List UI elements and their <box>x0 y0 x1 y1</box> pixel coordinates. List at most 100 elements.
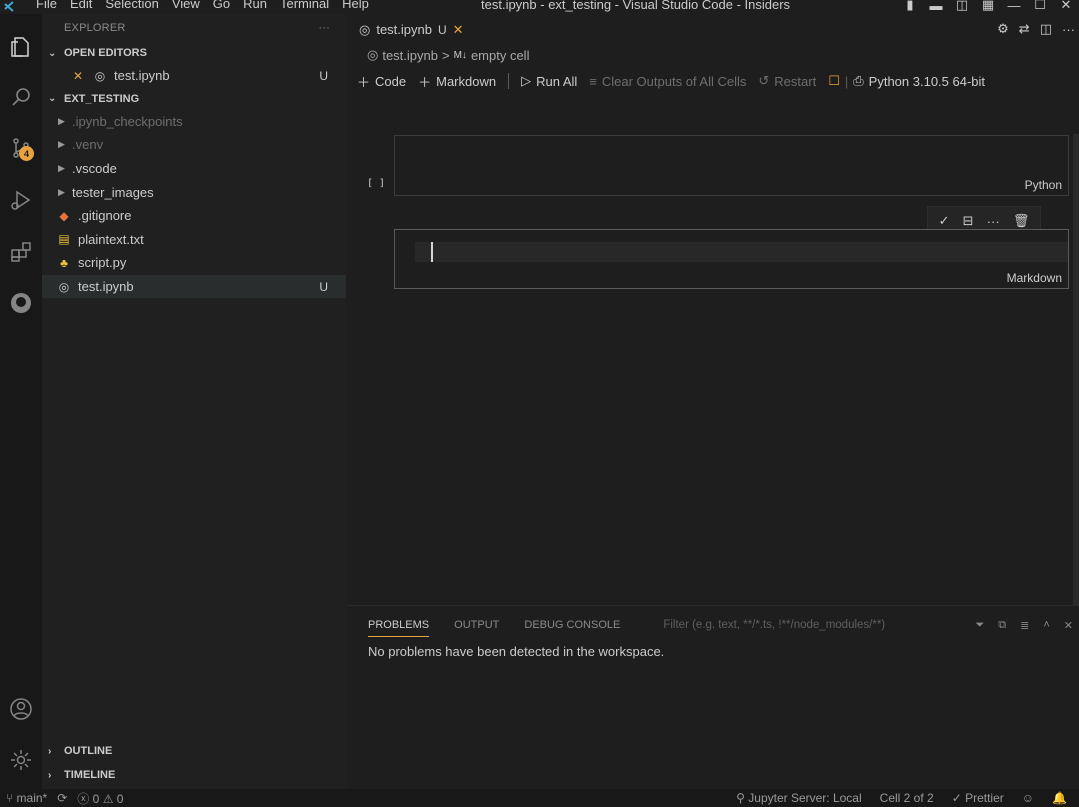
explorer-icon[interactable] <box>0 26 42 68</box>
notebook-icon: ◎ <box>94 68 106 83</box>
menu-run[interactable]: Run <box>243 0 276 11</box>
tree-item-ipynb-checkpoints[interactable]: ▶ .ipynb_checkpoints <box>42 110 346 134</box>
window-title: test.ipynb - ext_testing - Visual Studio… <box>481 0 791 12</box>
tree-item-plaintext[interactable]: ▤ plaintext.txt <box>42 228 346 252</box>
menu-edit[interactable]: Edit <box>70 0 101 11</box>
notifications-bell-icon[interactable]: 🔔 <box>1052 791 1067 805</box>
cell-language-label[interactable]: Python <box>1025 178 1062 192</box>
close-editor-icon[interactable]: ✕ <box>70 68 86 84</box>
compare-changes-icon[interactable]: ⇄ <box>1019 21 1030 37</box>
feedback-icon[interactable]: ☺ <box>1022 791 1034 805</box>
breadcrumb-cell[interactable]: empty cell <box>471 48 530 63</box>
timeline-label: TIMELINE <box>64 769 116 781</box>
chevron-right-icon: ▶ <box>58 186 65 197</box>
scm-badge: 4 <box>19 146 34 161</box>
breadcrumb-file[interactable]: test.ipynb <box>382 48 438 63</box>
run-debug-icon[interactable] <box>0 179 42 221</box>
problems-filter-input[interactable]: Filter (e.g. text, **/*.ts, !**/node_mod… <box>663 619 885 631</box>
more-cell-actions-icon[interactable]: ··· <box>987 214 1000 229</box>
vscode-logo-icon <box>0 0 20 14</box>
code-cell[interactable]: Python <box>394 135 1069 196</box>
problems-status[interactable]: ⓧ 0 ⚠ 0 <box>77 790 123 807</box>
menu-terminal[interactable]: Terminal <box>280 0 338 11</box>
split-editor-icon[interactable]: ◫ <box>1040 21 1052 37</box>
open-editor-status: U <box>319 68 328 83</box>
open-editor-item[interactable]: ✕ ◎ test.ipynb U <box>42 64 346 88</box>
activity-bar: 4 <box>0 14 42 789</box>
collapse-all-icon[interactable]: ⧉ <box>998 619 1006 632</box>
chevron-right-icon: › <box>48 769 52 781</box>
view-as-list-icon[interactable]: ≣ <box>1020 619 1029 632</box>
markdown-cell[interactable]: Markdown <box>394 229 1069 289</box>
add-markdown-cell-button[interactable]: ＋ Markdown <box>418 72 496 91</box>
title-bar: File Edit Selection View Go Run Terminal… <box>0 0 1079 14</box>
python-file-icon: ♣ <box>60 255 68 270</box>
editor-scrollbar[interactable] <box>1073 134 1079 614</box>
extensions-icon[interactable] <box>0 231 42 273</box>
prettier-status[interactable]: ✓ Prettier <box>952 791 1004 805</box>
tree-item-tester-images[interactable]: ▶ tester_images <box>42 180 346 204</box>
tree-item-vscode[interactable]: ▶ .vscode <box>42 157 346 181</box>
outline-label: OUTLINE <box>64 745 113 757</box>
menu-help[interactable]: Help <box>342 0 378 11</box>
trash-icon[interactable]: 🗑 <box>1013 213 1030 229</box>
jupyter-server-status[interactable]: ⚲ Jupyter Server: Local <box>736 791 862 805</box>
menu-selection[interactable]: Selection <box>105 0 167 11</box>
close-panel-icon[interactable]: ✕ <box>1064 619 1073 632</box>
toggle-sidebar-icon[interactable]: ▮ <box>897 0 923 13</box>
notebook-toolbar: ＋ Code ＋ Markdown ▷ Run All ≡ Clear Outp… <box>347 66 1079 96</box>
toggle-secondary-sidebar-icon[interactable]: ◫ <box>949 0 975 13</box>
settings-gear-icon[interactable]: ⚙ <box>997 21 1009 37</box>
maximize-panel-icon[interactable]: ˄ <box>1043 619 1049 631</box>
chevron-down-icon: ⌄ <box>48 93 57 105</box>
maximize-icon[interactable]: ☐ <box>1027 0 1053 13</box>
menu-view[interactable]: View <box>172 0 209 11</box>
filter-icon[interactable]: ⏷ <box>975 619 984 632</box>
tree-item-status: U <box>319 279 328 294</box>
kernel-picker[interactable]: ☐ | ⎙ Python 3.10.5 64-bit <box>828 73 985 89</box>
minimize-icon[interactable]: — <box>1001 0 1027 13</box>
check-icon[interactable]: ✓ <box>939 213 950 229</box>
accounts-icon[interactable] <box>0 688 42 730</box>
chevron-right-icon: › <box>48 745 52 757</box>
open-editors-section[interactable]: ⌄ OPEN EDITORS <box>42 42 346 64</box>
bottom-panel: PROBLEMS OUTPUT DEBUG CONSOLE Filter (e.… <box>347 605 1079 789</box>
variables-icon[interactable]: ☐ <box>828 73 840 89</box>
explorer-more-icon[interactable]: ··· <box>318 22 330 34</box>
tab-output[interactable]: OUTPUT <box>454 619 499 631</box>
tree-item-gitignore[interactable]: ◆ .gitignore <box>42 204 346 228</box>
tree-item-label: script.py <box>78 255 127 271</box>
tree-item-venv[interactable]: ▶ .venv <box>42 133 346 157</box>
add-code-cell-button[interactable]: ＋ Code <box>357 72 406 91</box>
tab-test-ipynb[interactable]: ◎ test.ipynb U ✕ <box>347 14 472 44</box>
close-tab-icon[interactable]: ✕ <box>453 22 464 38</box>
outline-section[interactable]: › OUTLINE <box>42 740 346 762</box>
sync-icon[interactable]: ⟳ <box>57 791 67 805</box>
notebook-icon: ◎ <box>58 279 70 294</box>
clear-outputs-button[interactable]: ≡ Clear Outputs of All Cells <box>589 74 746 89</box>
manage-gear-icon[interactable] <box>0 739 42 781</box>
branch-status[interactable]: ⑂ main* <box>6 791 47 805</box>
tree-item-label: .gitignore <box>78 208 132 224</box>
menu-file[interactable]: File <box>36 0 66 11</box>
timeline-section[interactable]: › TIMELINE <box>42 764 346 786</box>
more-actions-icon[interactable]: ··· <box>1062 22 1075 37</box>
tree-item-test-ipynb[interactable]: ◎ test.ipynb U <box>42 274 346 299</box>
tab-problems[interactable]: PROBLEMS <box>368 619 430 637</box>
menu-go[interactable]: Go <box>213 0 239 11</box>
cell-position[interactable]: Cell 2 of 2 <box>880 791 934 805</box>
search-icon[interactable] <box>0 76 42 118</box>
customize-layout-icon[interactable]: ▦ <box>975 0 1001 13</box>
close-window-icon[interactable]: ✕ <box>1053 0 1079 13</box>
clear-all-icon: ≡ <box>589 73 597 89</box>
run-all-button[interactable]: ▷ Run All <box>521 73 577 89</box>
cell-language-label[interactable]: Markdown <box>1007 271 1062 285</box>
source-control-icon[interactable]: 4 <box>0 127 42 169</box>
tab-debug-console[interactable]: DEBUG CONSOLE <box>524 619 620 631</box>
split-cell-icon[interactable]: ⊟ <box>963 213 974 229</box>
restart-button[interactable]: ↺ Restart <box>758 73 816 89</box>
github-icon[interactable] <box>0 282 42 324</box>
tree-item-script[interactable]: ♣ script.py <box>42 251 346 275</box>
ext-testing-section[interactable]: ⌄ EXT_TESTING <box>42 88 346 110</box>
toggle-panel-icon[interactable]: ▬ <box>923 0 949 13</box>
